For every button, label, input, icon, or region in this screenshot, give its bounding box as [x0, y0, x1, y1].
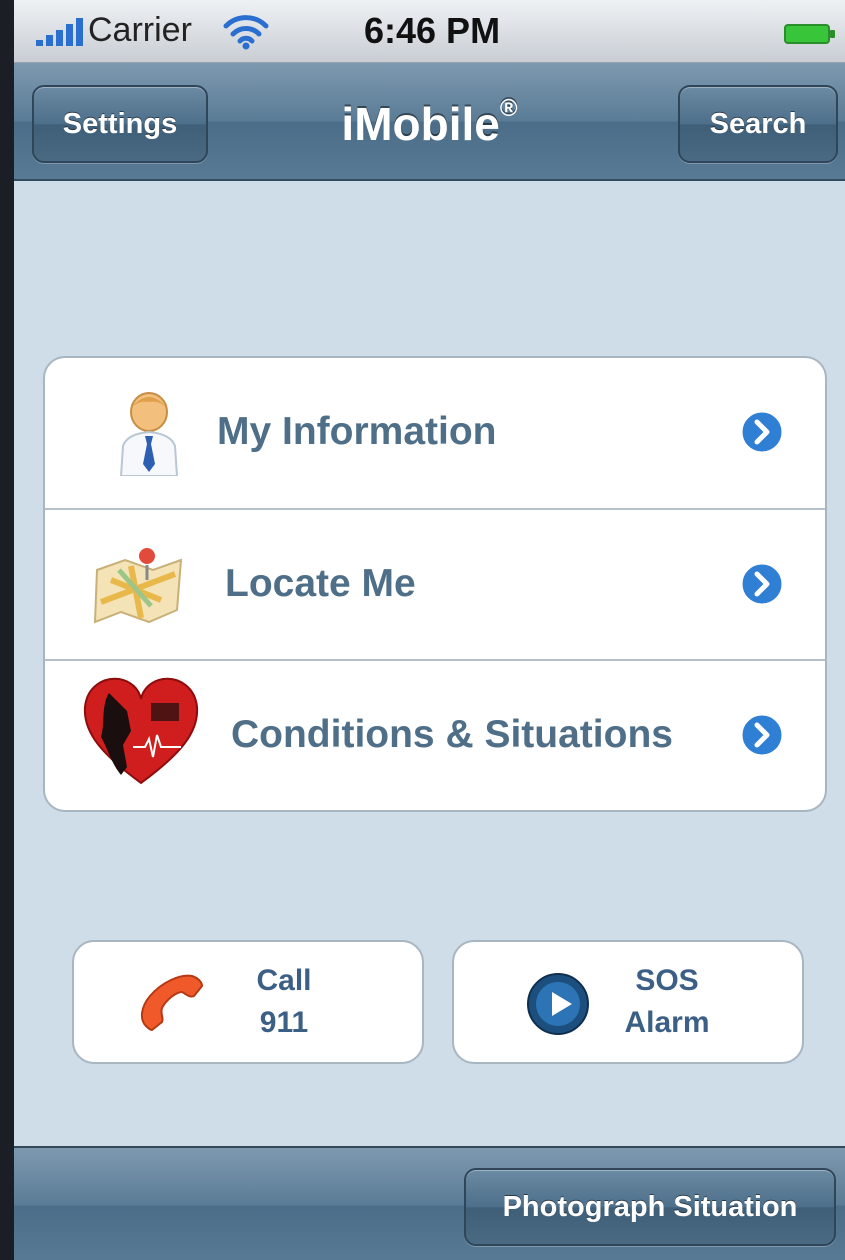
call-911-button[interactable]: Call 911 [72, 940, 424, 1064]
status-time: 6:46 PM [364, 10, 501, 51]
registered-mark: ® [499, 95, 518, 122]
wifi-icon [223, 15, 269, 50]
menu-item-my-information[interactable]: My Information [45, 358, 825, 508]
carrier-name: Carrier [88, 11, 192, 49]
play-icon [527, 973, 589, 1035]
search-button[interactable]: Search [678, 85, 838, 163]
menu-item-label: Conditions & Situations [231, 713, 673, 756]
map-icon [93, 546, 183, 624]
sos-label-line2: Alarm [624, 1006, 710, 1039]
app-title-text: iMobile [341, 98, 500, 150]
sos-alarm-button[interactable]: SOS Alarm [452, 940, 804, 1064]
signal-strength-icon [36, 18, 83, 46]
sos-label-line1: SOS [635, 964, 699, 997]
status-bar: Carrier 6:46 PM [14, 0, 845, 63]
sos-label: SOS Alarm [602, 960, 732, 1044]
disclosure-button-icon[interactable] [739, 561, 785, 607]
user-icon [119, 392, 179, 476]
heart-icon [83, 677, 199, 785]
main-menu: My Information Locate Me Conditions & Si… [43, 356, 827, 812]
navigation-bar: Settings iMobile® Search [14, 63, 845, 181]
menu-item-label: Locate Me [225, 562, 416, 605]
menu-item-conditions-situations[interactable]: Conditions & Situations [45, 659, 825, 810]
battery-icon [784, 24, 835, 44]
call-label: Call 911 [234, 960, 334, 1044]
disclosure-button-icon[interactable] [739, 409, 785, 455]
phone-icon [140, 974, 204, 1032]
disclosure-button-icon[interactable] [739, 712, 785, 758]
bottom-toolbar: Photograph Situation [14, 1146, 845, 1260]
call-label-line1: Call [256, 964, 312, 997]
call-label-line2: 911 [259, 1006, 309, 1039]
app-screen: Carrier 6:46 PM Settings iMobile® Search [14, 0, 845, 1260]
menu-item-locate-me[interactable]: Locate Me [45, 508, 825, 660]
menu-item-label: My Information [217, 410, 497, 453]
photograph-situation-button[interactable]: Photograph Situation [464, 1168, 836, 1246]
